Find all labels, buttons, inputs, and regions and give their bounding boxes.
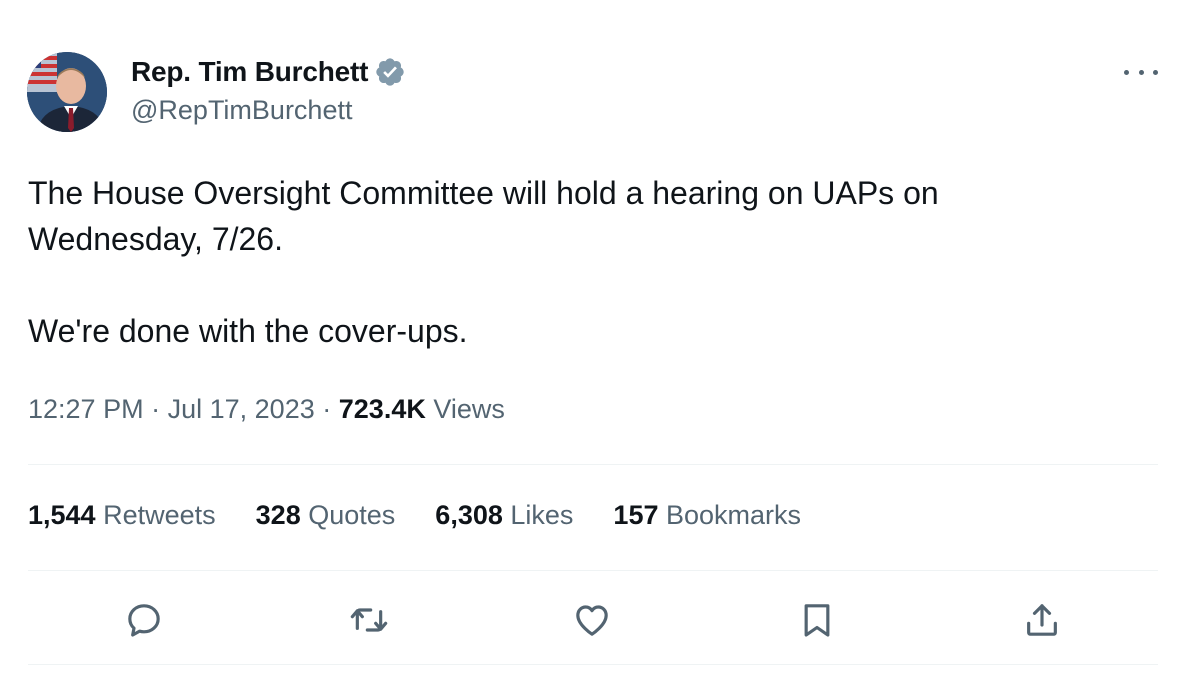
meta-separator: · — [151, 394, 161, 424]
tweet-time[interactable]: 12:27 PM — [28, 394, 144, 424]
like-icon[interactable] — [570, 598, 614, 642]
retweets-label: Retweets — [103, 500, 216, 530]
retweet-icon[interactable] — [347, 598, 391, 642]
tweet-meta: 12:27 PM · Jul 17, 2023 · 723.4K Views — [28, 394, 505, 425]
author-handle[interactable]: @RepTimBurchett — [131, 95, 352, 126]
tweet-date[interactable]: Jul 17, 2023 — [168, 394, 315, 424]
quotes-stat[interactable]: 328 Quotes — [256, 500, 396, 531]
author-name-row: Rep. Tim Burchett — [131, 55, 406, 89]
retweets-count: 1,544 — [28, 500, 96, 530]
divider — [28, 570, 1158, 571]
engagement-stats: 1,544 Retweets 328 Quotes 6,308 Likes 15… — [28, 500, 801, 531]
views-count: 723.4K — [338, 394, 426, 424]
likes-count: 6,308 — [435, 500, 503, 530]
divider — [28, 664, 1158, 665]
bookmark-icon[interactable] — [795, 598, 839, 642]
tweet-text-line: Wednesday, 7/26. — [28, 221, 283, 257]
tweet-text-line: We're done with the cover-ups. — [28, 313, 468, 349]
tweet-card: Rep. Tim Burchett @RepTimBurchett The Ho… — [0, 0, 1192, 694]
views-label: Views — [433, 394, 505, 424]
tweet-text-line: The House Oversight Committee will hold … — [28, 175, 939, 211]
share-icon[interactable] — [1020, 598, 1064, 642]
tweet-text: The House Oversight Committee will hold … — [28, 170, 1148, 354]
avatar[interactable] — [27, 52, 107, 132]
more-options-icon[interactable] — [1124, 62, 1158, 82]
divider — [28, 464, 1158, 465]
bookmarks-count: 157 — [613, 500, 659, 530]
likes-label: Likes — [510, 500, 574, 530]
meta-separator: · — [322, 394, 332, 424]
quotes-count: 328 — [255, 500, 301, 530]
likes-stat[interactable]: 6,308 Likes — [435, 500, 573, 531]
avatar-image — [27, 52, 107, 132]
reply-icon[interactable] — [122, 598, 166, 642]
bookmarks-label: Bookmarks — [666, 500, 802, 530]
retweets-stat[interactable]: 1,544 Retweets — [28, 500, 216, 531]
quotes-label: Quotes — [308, 500, 396, 530]
verified-badge-icon[interactable] — [374, 56, 406, 88]
bookmarks-stat[interactable]: 157 Bookmarks — [613, 500, 801, 531]
author-name[interactable]: Rep. Tim Burchett — [131, 56, 368, 88]
